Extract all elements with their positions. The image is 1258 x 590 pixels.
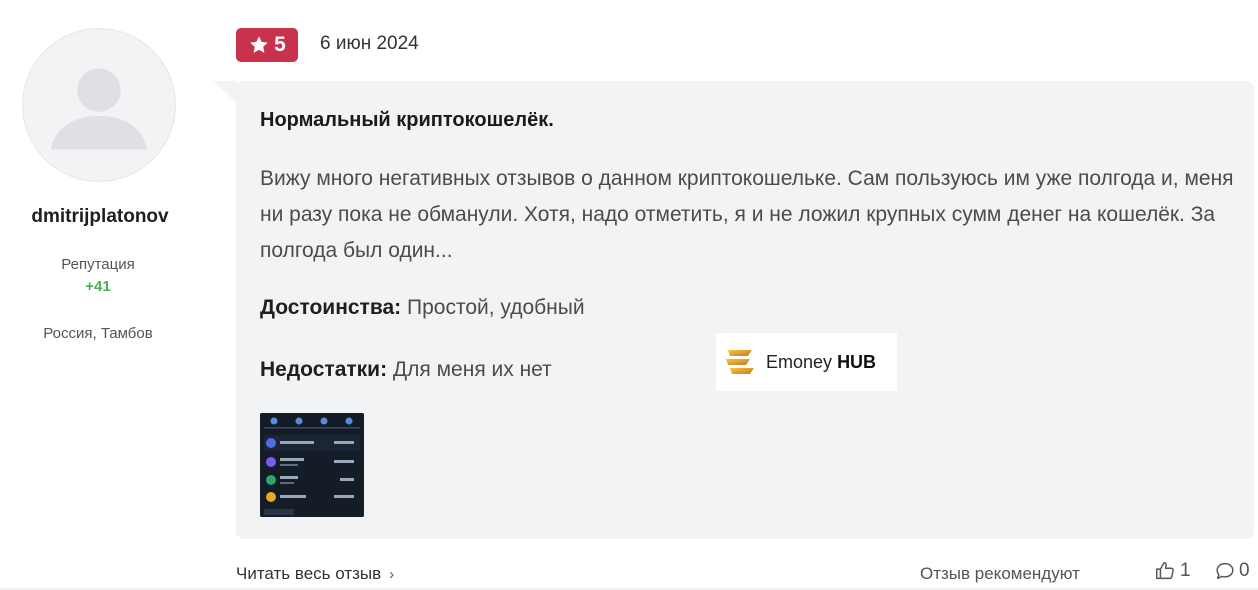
reputation-value: +41 <box>85 278 111 295</box>
review-text: Вижу много негативных отзывов о данном к… <box>260 167 1234 262</box>
recommend-label: Отзыв рекомендуют <box>920 564 1080 583</box>
rating-badge: 5 <box>236 28 298 62</box>
likes-count: 1 <box>1180 560 1191 581</box>
pros-label: Достоинства: <box>260 296 402 319</box>
pros-value: Простой, удобный <box>407 296 585 319</box>
reputation-label: Репутация <box>61 256 135 273</box>
comments-button[interactable]: 0 <box>1214 560 1250 582</box>
username[interactable]: dmitrijplatonov <box>0 206 200 228</box>
chevron-right-icon: › <box>389 565 395 583</box>
review-title[interactable]: Нормальный криптокошелёк. <box>260 109 554 132</box>
default-avatar-icon <box>50 68 148 150</box>
cons-value: Для меня их нет <box>392 358 552 381</box>
read-more-label: Читать весь отзыв <box>236 564 382 583</box>
watermark-brand-bold: HUB <box>837 351 877 372</box>
cons-label: Недостатки: <box>260 358 388 381</box>
emoney-logo-icon <box>726 350 754 374</box>
like-button[interactable]: 1 <box>1154 560 1191 582</box>
review-image-thumbnail[interactable] <box>260 413 364 517</box>
user-avatar[interactable] <box>22 28 176 182</box>
review-date: 6 июн 2024 <box>320 33 419 54</box>
thumbs-up-icon <box>1156 562 1174 580</box>
emoney-hub-watermark: Emoney HUB <box>716 333 897 391</box>
comments-count: 0 <box>1239 560 1250 581</box>
star-icon <box>250 36 268 53</box>
user-location: Россия, Тамбов <box>43 325 153 342</box>
comment-bubble-icon <box>1216 562 1234 580</box>
user-column: dmitrijplatonov Репутация +41 Россия, Та… <box>0 0 200 590</box>
wallet-screenshot-image <box>260 413 364 517</box>
rating-value: 5 <box>274 33 286 56</box>
review-pros: Достоинства: Простой, удобный <box>260 296 585 320</box>
read-full-review-link[interactable]: Читать весь отзыв › <box>236 564 394 584</box>
bubble-tail <box>213 81 237 103</box>
watermark-brand: Emoney <box>766 351 833 372</box>
watermark-text: Emoney HUB <box>766 352 876 373</box>
review-cons: Недостатки: Для меня их нет <box>260 358 552 382</box>
